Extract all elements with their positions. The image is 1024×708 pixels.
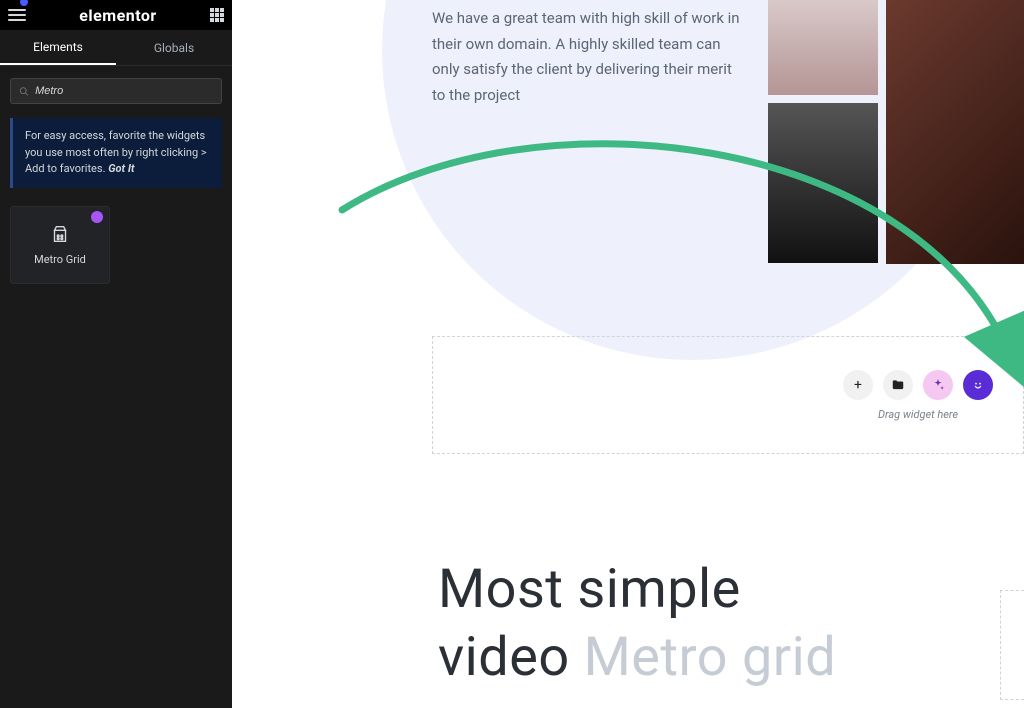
dropzone-buttons: + xyxy=(843,370,993,400)
widget-pro-badge xyxy=(91,211,103,223)
menu-icon[interactable] xyxy=(8,9,26,21)
dropzone-hint: Drag widget here xyxy=(878,408,958,421)
headline-muted: Metro grid xyxy=(584,626,837,689)
favorites-tip: For easy access, favorite the widgets yo… xyxy=(10,118,222,188)
search-row xyxy=(0,66,232,112)
theme-builder-button[interactable] xyxy=(963,370,993,400)
widget-label: Metro Grid xyxy=(34,253,86,266)
headline-line2a: video xyxy=(438,626,584,689)
editor-canvas: We have a great team with high skill of … xyxy=(232,0,1024,708)
elementor-sidebar: elementor Elements Globals For easy acce… xyxy=(0,0,232,708)
template-library-button[interactable] xyxy=(883,370,913,400)
search-input[interactable] xyxy=(35,85,213,97)
right-partial-dropzone xyxy=(1000,590,1024,700)
brand-logo: elementor xyxy=(79,6,157,25)
headline-line1: Most simple xyxy=(438,558,741,621)
intro-paragraph: We have a great team with high skill of … xyxy=(432,6,742,108)
section-headline: Most simple video Metro grid xyxy=(438,556,836,691)
team-photos xyxy=(768,0,1024,264)
photo-bottom-left xyxy=(768,103,878,263)
photo-top-left xyxy=(768,0,878,95)
photo-right xyxy=(886,0,1024,264)
search-icon xyxy=(19,86,29,97)
sparkle-icon xyxy=(931,378,945,392)
tab-globals[interactable]: Globals xyxy=(116,30,232,65)
apps-icon[interactable] xyxy=(210,8,224,22)
tab-elements[interactable]: Elements xyxy=(0,30,116,65)
ai-button[interactable] xyxy=(923,370,953,400)
sidebar-tabs: Elements Globals xyxy=(0,30,232,66)
sidebar-header: elementor xyxy=(0,0,232,30)
widget-metro-grid[interactable]: Metro Grid xyxy=(10,206,110,284)
empty-section-dropzone[interactable]: + Drag widget here xyxy=(432,336,1024,454)
tip-got-it[interactable]: Got It xyxy=(108,162,134,175)
plus-icon: + xyxy=(854,377,862,393)
smile-icon xyxy=(970,377,986,393)
notification-dot xyxy=(20,0,28,6)
folder-icon xyxy=(891,378,905,392)
add-section-button[interactable]: + xyxy=(843,370,873,400)
search-box[interactable] xyxy=(10,78,222,104)
metro-grid-icon xyxy=(49,223,71,245)
